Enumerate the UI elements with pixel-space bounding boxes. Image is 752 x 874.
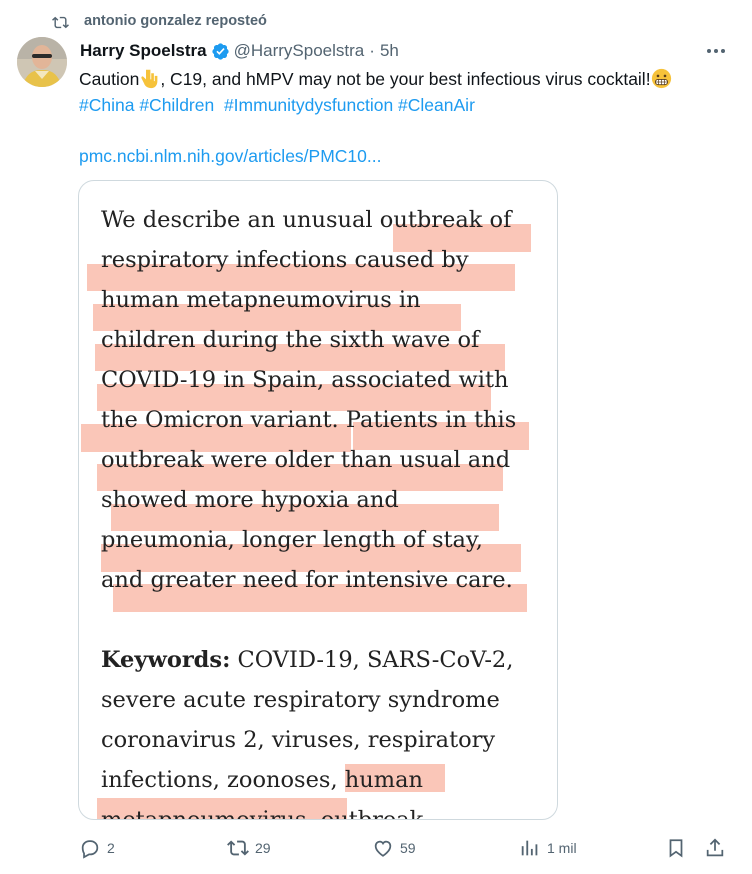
share-button[interactable] xyxy=(704,830,726,866)
heart-icon xyxy=(374,840,392,857)
keywords-line: severe acute respiratory syndrome xyxy=(101,687,500,713)
share-icon xyxy=(706,838,724,857)
paper-line: outbreak were older than usual and xyxy=(101,447,511,473)
like-count: 59 xyxy=(400,840,416,856)
action-bar: 2 29 59 1 mil xyxy=(0,830,752,866)
more-options-icon[interactable] xyxy=(704,41,728,61)
hashtags[interactable]: #China #Children #Immunitydysfunction #C… xyxy=(79,92,475,118)
keywords-line: infections, zoonoses, human xyxy=(101,767,423,793)
keywords-label: Keywords: xyxy=(101,647,231,673)
analytics-icon xyxy=(521,840,538,856)
repost-count: 29 xyxy=(255,840,271,856)
verified-badge-icon xyxy=(212,42,229,60)
repost-icon xyxy=(227,840,249,856)
author-name[interactable]: Harry Spoelstra xyxy=(80,41,207,61)
paper-line: children during the sixth wave of xyxy=(101,327,480,353)
pointing-down-emoji-icon xyxy=(141,69,158,89)
repost-indicator xyxy=(52,11,69,33)
timestamp[interactable]: 5h xyxy=(380,41,399,61)
tweet-header: Harry Spoelstra @HarrySpoelstra · 5h xyxy=(80,40,399,62)
paper-line: We describe an unusual outbreak of xyxy=(101,207,512,233)
paper-line: human metapneumovirus in xyxy=(101,287,421,313)
reply-count: 2 xyxy=(107,840,115,856)
media-card[interactable]: We describe an unusual outbreak of respi… xyxy=(78,180,558,820)
paper-line: respiratory infections caused by xyxy=(101,247,469,273)
reply-icon xyxy=(81,840,99,859)
view-count: 1 mil xyxy=(547,840,577,856)
keywords-line: Keywords: COVID-19, SARS-CoV-2, xyxy=(101,640,513,680)
paper-line: showed more hypoxia and xyxy=(101,487,399,513)
keywords-line: coronavirus 2, viruses, respiratory xyxy=(101,727,496,753)
bookmark-button[interactable] xyxy=(665,830,687,866)
keywords-line: metapneumovirus, outbreak xyxy=(101,807,424,820)
repost-icon xyxy=(52,16,69,28)
tweet-text: Caution , C19, and hMPV may not be your … xyxy=(79,66,672,92)
views-button[interactable]: 1 mil xyxy=(519,830,577,866)
reply-button[interactable]: 2 xyxy=(79,830,115,866)
keywords-text: COVID-19, SARS-CoV-2, xyxy=(230,647,514,673)
grimacing-face-emoji-icon xyxy=(651,68,671,89)
repost-text[interactable]: antonio gonzalez reposteó xyxy=(84,13,267,29)
repost-button[interactable]: 29 xyxy=(227,830,271,866)
paper-line: pneumonia, longer length of stay, xyxy=(101,527,483,553)
author-handle[interactable]: @HarrySpoelstra xyxy=(234,41,365,61)
paper-line: the Omicron variant. Patients in this xyxy=(101,407,517,433)
paper-line: COVID-19 in Spain, associated with xyxy=(101,367,509,393)
like-button[interactable]: 59 xyxy=(372,830,416,866)
tweet-text-part-1: Caution xyxy=(79,69,140,89)
tweet-text-part-2: , C19, and hMPV may not be your best inf… xyxy=(160,69,651,89)
article-link[interactable]: pmc.ncbi.nlm.nih.gov/articles/PMC10... xyxy=(79,143,381,169)
bookmark-icon xyxy=(669,839,683,858)
avatar[interactable] xyxy=(17,37,67,87)
paper-line: and greater need for intensive care. xyxy=(101,567,513,593)
separator-dot: · xyxy=(369,41,375,60)
